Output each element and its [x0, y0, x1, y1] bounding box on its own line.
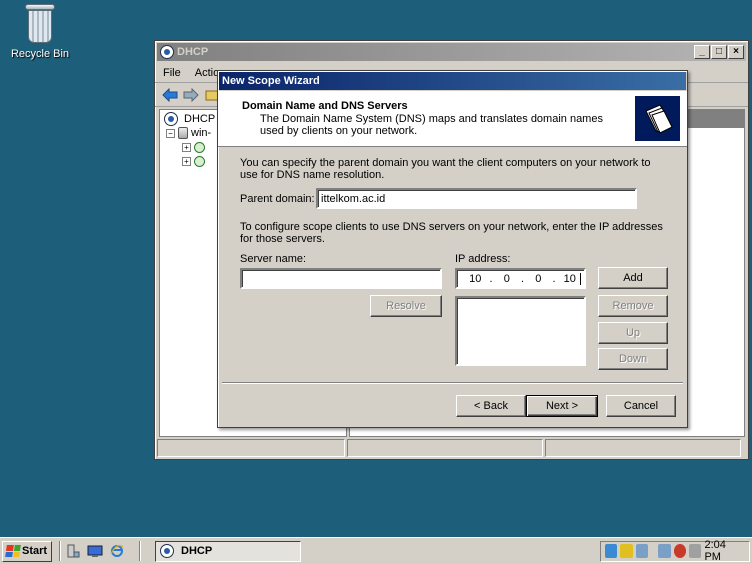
task-label: DHCP	[181, 545, 213, 557]
menu-file[interactable]: File	[163, 67, 181, 79]
system-tray: 2:04 PM	[600, 539, 750, 563]
back-button[interactable]: < Back	[456, 395, 526, 417]
new-scope-wizard: New Scope Wizard Domain Name and DNS Ser…	[217, 70, 688, 428]
maximize-button[interactable]: □	[711, 45, 727, 59]
tree-root-label: DHCP	[184, 113, 216, 125]
parent-domain-input[interactable]: ittelkom.ac.id	[316, 188, 637, 209]
wizard-page-description: The Domain Name System (DNS) maps and tr…	[260, 113, 603, 137]
parent-domain-label: Parent domain:	[240, 193, 315, 205]
taskbar-item-dhcp[interactable]: DHCP	[155, 540, 301, 562]
dhcp-task-icon	[160, 544, 174, 558]
close-button[interactable]: ×	[728, 45, 744, 59]
internet-explorer-icon[interactable]	[109, 544, 125, 558]
back-arrow-icon[interactable]	[161, 87, 179, 103]
security-icon[interactable]	[620, 544, 633, 558]
server-manager-icon[interactable]	[65, 544, 81, 558]
display-icon[interactable]	[658, 544, 671, 558]
dhcp-node-icon	[164, 112, 178, 126]
wizard-page-title: Domain Name and DNS Servers	[242, 100, 408, 112]
wizard-header: Domain Name and DNS Servers The Domain N…	[218, 91, 687, 147]
dhcp-app-icon	[160, 45, 174, 59]
connection-icon[interactable]	[635, 544, 649, 558]
forward-arrow-icon[interactable]	[182, 87, 200, 103]
minimize-button[interactable]: _	[694, 45, 710, 59]
dhcp-window-title: DHCP	[177, 46, 209, 58]
recycle-bin-label: Recycle Bin	[10, 48, 70, 60]
down-button[interactable]: Down	[598, 348, 668, 370]
server-name-label: Server name:	[240, 253, 307, 265]
recycle-bin-desktop-icon[interactable]: Recycle Bin	[8, 4, 72, 60]
menu-action[interactable]: Actio	[195, 67, 219, 79]
wizard-separator	[222, 382, 683, 384]
recycle-bin-icon	[23, 4, 57, 44]
dhcp-title-bar[interactable]: DHCP _ □ ×	[157, 43, 746, 61]
start-button[interactable]: Start	[2, 540, 52, 562]
resolve-button[interactable]: Resolve	[370, 295, 442, 317]
tree-server-label: win-	[191, 127, 212, 139]
start-label: Start	[22, 545, 48, 557]
up-button[interactable]: Up	[598, 322, 668, 344]
dns-server-list[interactable]	[455, 296, 586, 366]
alert-icon[interactable]	[673, 544, 686, 558]
show-desktop-icon[interactable]	[87, 544, 103, 558]
collapse-icon[interactable]: −	[166, 128, 175, 138]
status-bar	[157, 439, 746, 457]
cancel-button[interactable]: Cancel	[606, 395, 676, 417]
next-button[interactable]: Next >	[526, 395, 598, 417]
clock[interactable]: 2:04 PM	[704, 539, 741, 563]
network-icon[interactable]	[605, 544, 618, 558]
expand-icon[interactable]: +	[182, 142, 191, 152]
add-button[interactable]: Add	[598, 267, 668, 289]
ip-address-input[interactable]: 10. 0. 0. 10	[455, 268, 586, 289]
remove-button[interactable]: Remove	[598, 295, 668, 317]
server-name-input[interactable]	[240, 268, 442, 289]
intro-text: You can specify the parent domain you wa…	[240, 157, 651, 181]
expand-icon[interactable]: +	[182, 156, 191, 166]
ipv6-scope-icon	[194, 155, 205, 167]
ip-address-label: IP address:	[455, 253, 511, 265]
wizard-title-bar[interactable]: New Scope Wizard	[219, 72, 686, 90]
windows-logo-icon	[5, 545, 21, 557]
server-icon	[178, 127, 188, 139]
wizard-folders-icon	[635, 96, 680, 141]
taskbar: Start DHCP 2:04 PM	[0, 537, 752, 564]
configure-text: To configure scope clients to use DNS se…	[240, 221, 663, 245]
volume-icon[interactable]	[688, 544, 702, 558]
ipv4-scope-icon	[194, 141, 205, 153]
quick-launch	[65, 544, 125, 558]
wizard-title: New Scope Wizard	[222, 75, 320, 87]
